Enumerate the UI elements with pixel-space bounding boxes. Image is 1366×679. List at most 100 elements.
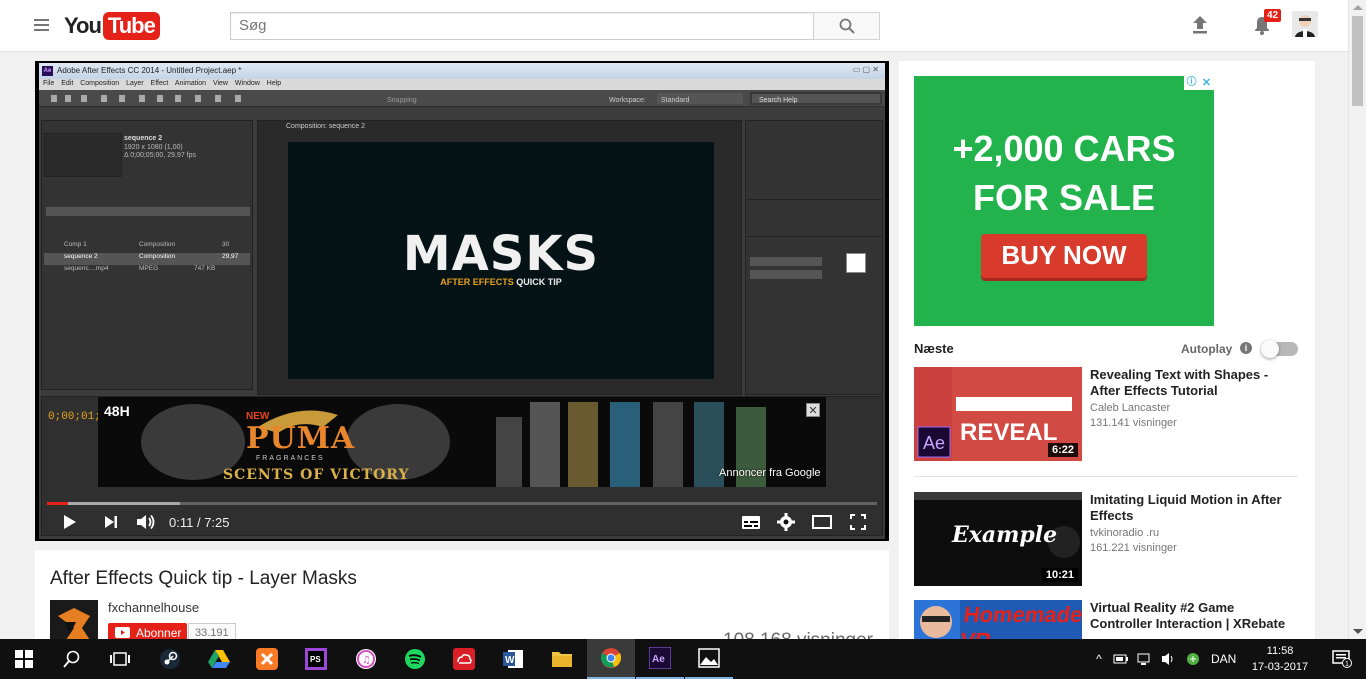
ad-fragrances: FRAGRANCES: [256, 455, 325, 462]
svg-text:Snapping: Snapping: [387, 97, 417, 104]
skip-next-icon: [105, 516, 117, 528]
language-indicator[interactable]: DAN: [1211, 652, 1236, 666]
autoplay-info-icon[interactable]: i: [1240, 342, 1252, 354]
video-title: After Effects Quick tip - Layer Masks: [50, 568, 357, 589]
speaker-icon[interactable]: [1161, 652, 1177, 666]
recommended-video[interactable]: Homemade VR Virtual Reality #2 Game Cont…: [914, 600, 1298, 640]
creative-cloud-app[interactable]: [440, 639, 488, 679]
google-drive-icon: [208, 650, 230, 668]
volume-icon: [137, 514, 155, 530]
spotify-app[interactable]: [391, 639, 439, 679]
puma-ad-image: [98, 397, 826, 487]
network-icon[interactable]: [1137, 652, 1153, 666]
search-button[interactable]: [813, 12, 880, 40]
adchoices-icon[interactable]: ⓘ ✕: [1184, 76, 1214, 90]
video-title[interactable]: Virtual Reality #2 Game Controller Inter…: [1090, 600, 1290, 632]
progress-bar[interactable]: [47, 502, 877, 505]
display-ad-cars[interactable]: ⓘ ✕ +2,000 CARS FOR SALE BUY NOW: [914, 76, 1214, 326]
phpstorm-app[interactable]: PS: [292, 639, 340, 679]
photos-icon: [698, 648, 720, 668]
chrome-app[interactable]: [587, 639, 635, 679]
folder-icon: [552, 652, 572, 667]
ad-tagline: SCENTS OF VICTORY: [223, 467, 410, 483]
cloud-sync-icon[interactable]: [1185, 652, 1201, 666]
scroll-up-arrow[interactable]: [1353, 5, 1363, 10]
theater-mode-button[interactable]: [811, 513, 833, 531]
google-drive-app[interactable]: [195, 639, 243, 679]
ad-close-button[interactable]: ✕: [806, 403, 820, 417]
gear-icon: [777, 513, 795, 531]
ad-buy-now-button[interactable]: BUY NOW: [981, 234, 1147, 278]
action-center-button[interactable]: 1: [1318, 639, 1366, 679]
word-app[interactable]: W: [489, 639, 537, 679]
subtitles-button[interactable]: [740, 513, 762, 531]
chevron-up-icon[interactable]: ^: [1091, 652, 1107, 666]
watch-sidebar: ⓘ ✕ +2,000 CARS FOR SALE BUY NOW Næste A…: [899, 61, 1315, 651]
ad-headline-2: FOR SALE: [972, 177, 1155, 218]
youtube-play-icon: [115, 627, 130, 638]
windows-taskbar: PS ♫ W Ae ^ DAN 11:58 17-03-2017 1: [0, 639, 1366, 679]
thumbnail-text: Example: [952, 522, 1058, 548]
next-video-button[interactable]: [102, 513, 120, 531]
search-input[interactable]: Søg: [230, 12, 814, 40]
page-scrollbar[interactable]: [1348, 0, 1366, 639]
ad-48h-badge: 48H: [104, 403, 130, 419]
itunes-app[interactable]: ♫: [342, 639, 390, 679]
xampp-app[interactable]: [243, 639, 291, 679]
svg-text:PS: PS: [310, 655, 321, 664]
word-icon: W: [503, 650, 523, 668]
fullscreen-button[interactable]: [848, 513, 868, 531]
steam-app[interactable]: [146, 639, 194, 679]
phpstorm-icon: PS: [305, 648, 327, 670]
start-button[interactable]: [0, 639, 48, 679]
guide-menu-icon[interactable]: [34, 19, 49, 31]
photos-app[interactable]: [685, 639, 733, 679]
upload-icon[interactable]: [1189, 14, 1211, 36]
search-icon: [839, 18, 855, 34]
thumbnail-text: Homemade VR: [958, 602, 1082, 640]
ae-toolbar: Search Help Workspace: Standard Snapping: [39, 90, 885, 107]
overlay-ad[interactable]: 48H NEW PUMA FRAGRANCES SCENTS OF VICTOR…: [98, 397, 826, 487]
account-avatar[interactable]: [1292, 11, 1318, 37]
recommended-video[interactable]: Example 10:21 Imitating Liquid Motion in…: [914, 492, 1298, 586]
volume-button[interactable]: [135, 513, 157, 531]
ad-brand: PUMA: [246, 421, 356, 456]
youtube-logo[interactable]: You Tube: [64, 12, 160, 40]
svg-text:Standard: Standard: [661, 97, 690, 104]
svg-text:Ae: Ae: [652, 654, 665, 665]
video-player[interactable]: Ae Adobe After Effects CC 2014 - Untitle…: [35, 61, 889, 541]
svg-text:Search Help: Search Help: [759, 97, 798, 104]
settings-button[interactable]: [776, 513, 796, 531]
video-duration: 6:22: [1047, 443, 1078, 457]
task-view-button[interactable]: [96, 639, 144, 679]
channel-name[interactable]: fxchannelhouse: [108, 600, 199, 615]
play-button[interactable]: [61, 513, 79, 531]
svg-text:Ae: Ae: [923, 433, 945, 453]
taskbar-search-button[interactable]: [48, 639, 96, 679]
video-title[interactable]: Revealing Text with Shapes - After Effec…: [1090, 367, 1290, 399]
video-thumbnail[interactable]: Homemade VR: [914, 600, 1082, 640]
video-info: After Effects Quick tip - Layer Masks fx…: [35, 550, 889, 651]
scrollbar-thumb[interactable]: [1352, 16, 1363, 106]
spotify-icon: [405, 649, 425, 669]
autoplay-toggle[interactable]: [1261, 340, 1298, 358]
clock[interactable]: 11:58 17-03-2017: [1248, 643, 1312, 675]
svg-text:W: W: [505, 655, 515, 666]
video-thumbnail[interactable]: Example 10:21: [914, 492, 1082, 586]
recommended-video[interactable]: Ae REVEAL 6:22 Revealing Text with Shape…: [914, 367, 1298, 461]
ae-project-panel: sequence 2 1920 x 1080 (1,00) Δ 0;00;05;…: [41, 120, 253, 390]
up-next-label: Næste: [914, 341, 954, 356]
battery-icon[interactable]: [1113, 652, 1129, 666]
scroll-down-arrow[interactable]: [1353, 629, 1363, 634]
ae-menu: File Edit Composition Layer Effect Anima…: [39, 79, 885, 90]
video-thumbnail[interactable]: Ae REVEAL 6:22: [914, 367, 1082, 461]
video-title[interactable]: Imitating Liquid Motion in After Effects: [1090, 492, 1290, 524]
theater-icon: [812, 515, 832, 529]
creative-cloud-icon: [453, 648, 475, 670]
logo-tube-text: Tube: [102, 12, 160, 40]
file-explorer-app[interactable]: [538, 639, 586, 679]
masthead: You Tube Søg 42: [0, 0, 1348, 52]
xampp-icon: [256, 648, 278, 670]
divider: [914, 476, 1298, 477]
after-effects-app[interactable]: Ae: [636, 639, 684, 679]
